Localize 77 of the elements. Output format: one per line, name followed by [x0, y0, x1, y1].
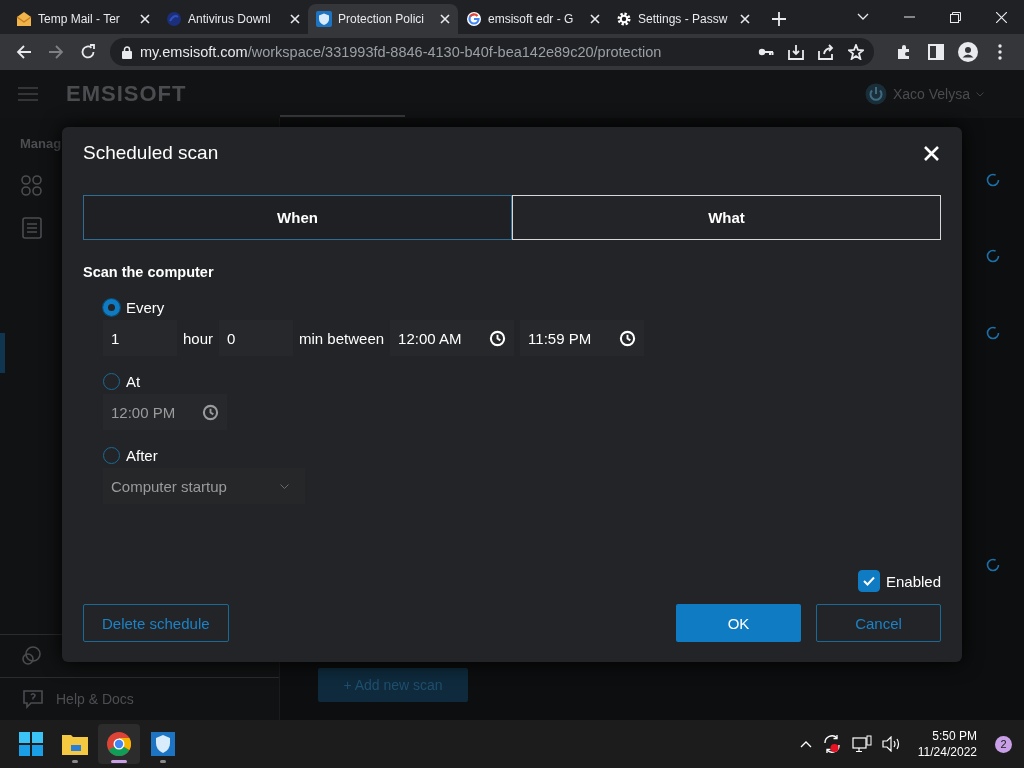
chat-icon: [21, 646, 43, 666]
back-icon[interactable]: [16, 44, 32, 60]
secondary-button[interactable]: Delete schedule: [83, 604, 229, 642]
section-heading: Manag: [20, 136, 62, 151]
menu-icon[interactable]: [998, 44, 1002, 60]
network-icon[interactable]: [851, 735, 872, 753]
tab[interactable]: When: [83, 195, 512, 240]
key-icon[interactable]: [758, 47, 774, 57]
windows-logo-icon[interactable]: [19, 732, 43, 756]
close-icon[interactable]: [140, 14, 150, 24]
checkbox[interactable]: [857, 570, 880, 592]
number-field[interactable]: 1: [103, 320, 177, 356]
envelope-icon: [16, 12, 32, 26]
radio-label[interactable]: At: [126, 372, 141, 390]
field-label: min between: [299, 329, 385, 347]
section-heading: Scan the computer: [83, 264, 215, 280]
plus-icon[interactable]: [772, 12, 786, 26]
clock-time[interactable]: 5:50 PM: [932, 728, 977, 744]
address-bar[interactable]: my.emsisoft.com/workspace/331993fd-8846-4130-b40f-bea142e89c20/protection: [110, 38, 874, 66]
browser-tab[interactable]: Antivirus Downl: [158, 4, 308, 34]
restore-icon[interactable]: [949, 11, 961, 23]
notification-badge[interactable]: 2: [995, 735, 1012, 753]
radio-label[interactable]: After: [126, 446, 158, 464]
lock-icon: [122, 45, 132, 59]
close-icon[interactable]: [995, 11, 1007, 23]
shield-icon: [316, 11, 332, 27]
checkbox-label[interactable]: Enabled: [885, 572, 941, 590]
close-icon[interactable]: [590, 14, 600, 24]
taskbar-app[interactable]: [98, 724, 140, 764]
refresh-icon[interactable]: [986, 326, 1000, 340]
volume-icon[interactable]: [881, 736, 902, 752]
number-field[interactable]: 0: [219, 320, 294, 356]
close-icon[interactable]: [290, 14, 300, 24]
ok-button[interactable]: OK: [676, 604, 801, 642]
checkmark-icon: [862, 576, 875, 586]
profile-icon[interactable]: [958, 42, 978, 62]
download-icon[interactable]: [788, 44, 804, 60]
browser-tab[interactable]: Settings - Passw: [608, 4, 758, 34]
close-icon[interactable]: [440, 14, 450, 24]
puzzle-icon[interactable]: [896, 44, 912, 60]
tab[interactable]: What: [512, 195, 941, 240]
selection-bar: [0, 333, 5, 373]
gear-icon: [616, 11, 632, 27]
chevron-up-icon[interactable]: [799, 740, 812, 748]
chrome-icon[interactable]: [107, 732, 131, 756]
sync-icon[interactable]: [821, 734, 842, 754]
time-field[interactable]: 11:59 PM: [520, 320, 645, 356]
field-label: hour: [183, 329, 214, 347]
share-icon[interactable]: [818, 44, 834, 60]
grid-icon: [21, 175, 43, 197]
radio-label[interactable]: Every: [126, 298, 165, 316]
radio-button[interactable]: [103, 298, 120, 316]
star-icon[interactable]: [848, 44, 864, 60]
refresh-icon[interactable]: [986, 558, 1000, 572]
side-panel-icon[interactable]: [928, 44, 944, 60]
clock-date[interactable]: 11/24/2022: [917, 744, 977, 760]
refresh-icon[interactable]: [986, 173, 1000, 187]
time-field[interactable]: 12:00 AM: [390, 320, 515, 356]
forward-icon[interactable]: [48, 44, 64, 60]
folder-icon[interactable]: [62, 733, 88, 755]
close-icon[interactable]: [740, 14, 750, 24]
browser-tab[interactable]: Protection Polici: [308, 4, 458, 34]
logo-text: EMSISOFT: [66, 81, 187, 107]
refresh-icon[interactable]: [986, 249, 1000, 263]
browser-tab[interactable]: Temp Mail - Ter: [8, 4, 158, 34]
help-icon: [22, 689, 44, 709]
logo-icon: [166, 11, 182, 27]
browser-tab[interactable]: emsisoft edr - G: [458, 4, 608, 34]
secondary-button[interactable]: Cancel: [816, 604, 941, 642]
shield-icon[interactable]: [151, 732, 175, 756]
dialog-title: Scheduled scan: [83, 142, 219, 164]
reload-icon[interactable]: [80, 44, 96, 60]
time-field[interactable]: 12:00 PM: [103, 394, 227, 430]
google-icon: [466, 11, 482, 27]
list-icon: [22, 217, 42, 239]
power-icon: [864, 83, 887, 105]
minimize-icon[interactable]: [903, 16, 915, 18]
